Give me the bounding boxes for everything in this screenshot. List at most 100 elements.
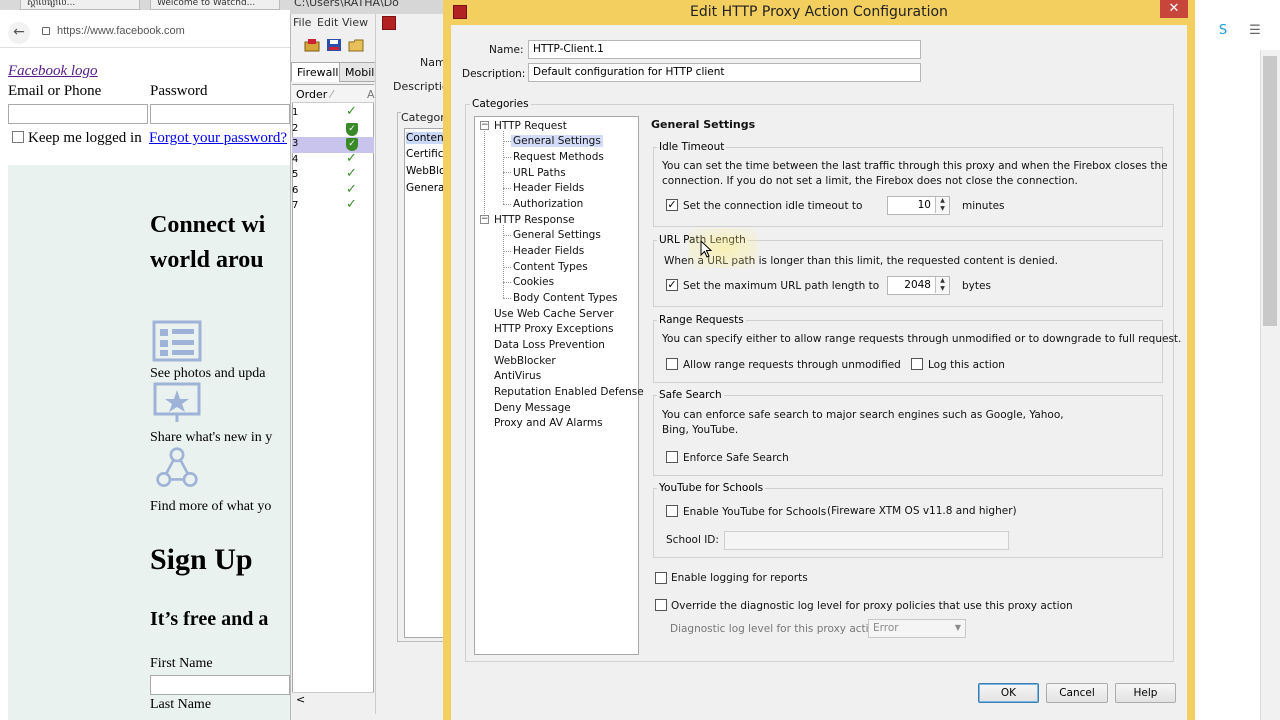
lock-icon	[42, 27, 50, 35]
allow-range-checkbox[interactable]	[666, 358, 678, 370]
tree-guide	[484, 131, 485, 220]
idle-timeout-legend: Idle Timeout	[657, 141, 727, 153]
pm-description-label: Descriptio	[393, 80, 449, 93]
tree-http-request[interactable]: HTTP Request	[494, 120, 567, 132]
tree-body-content-types[interactable]: Body Content Types	[513, 292, 618, 304]
safe-search-desc-2: Bing, YouTube.	[662, 424, 739, 436]
safe-search-legend: Safe Search	[657, 389, 724, 401]
checkmark-icon: ✓	[346, 166, 357, 181]
skype-icon[interactable]: S	[1214, 22, 1232, 40]
spin-down-icon[interactable]: ▼	[935, 285, 949, 293]
toolbar-open-icon[interactable]	[304, 38, 320, 52]
pm-categories-legend: Categori	[401, 111, 448, 124]
checkmark-icon: ✓	[346, 150, 357, 166]
spin-down-icon[interactable]: ▼	[935, 205, 949, 213]
policy-row[interactable]: 7 ✓	[292, 197, 374, 215]
enforce-safe-search-checkbox[interactable]	[666, 451, 678, 463]
tree-request-header-fields[interactable]: Header Fields	[513, 182, 584, 194]
last-name-label: Last Name	[150, 697, 212, 712]
toolbar-folder-icon[interactable]	[348, 38, 364, 52]
tree-request-methods[interactable]: Request Methods	[513, 151, 604, 163]
policy-row[interactable]: 1 ✓	[292, 104, 374, 122]
browser-tab-2[interactable]: Welcome to Watchd...	[150, 0, 280, 10]
browser-window: ស្គាល់ផ្សាល... Welcome to Watchd... ← ht…	[0, 0, 290, 720]
shield-check-icon: ✓	[346, 138, 358, 151]
scrollbar-thumb[interactable]	[1263, 56, 1277, 326]
checkmark-icon: ✓	[346, 197, 357, 212]
tree-authorization[interactable]: Authorization	[513, 198, 583, 210]
keep-logged-checkbox[interactable]	[12, 131, 24, 143]
tree-data-loss-prevention[interactable]: Data Loss Prevention	[494, 339, 605, 351]
youtube-checkbox[interactable]	[666, 505, 678, 517]
tree-content-types[interactable]: Content Types	[513, 261, 588, 273]
idle-timeout-checkbox[interactable]: ✓	[666, 199, 678, 211]
diag-level-select[interactable]: Error ▼	[868, 619, 966, 638]
tab-firewall[interactable]: Firewall	[291, 62, 345, 82]
tree-antivirus[interactable]: AntiVirus	[494, 370, 541, 382]
description-field[interactable]: Default configuration for HTTP client	[528, 63, 921, 82]
tree-response-general-settings[interactable]: General Settings	[513, 229, 601, 241]
name-label: Name:	[489, 44, 524, 56]
facebook-logo-link[interactable]: Facebook logo	[8, 63, 98, 80]
tree-request-general-settings[interactable]: General Settings	[511, 135, 603, 147]
first-name-field[interactable]	[150, 675, 290, 695]
tree-web-cache-server[interactable]: Use Web Cache Server	[494, 308, 614, 320]
categories-legend: Categories	[470, 98, 531, 110]
close-icon[interactable]: ✕	[1160, 0, 1188, 18]
enable-logging-checkbox[interactable]	[655, 572, 667, 584]
enforce-safe-search-label: Enforce Safe Search	[683, 452, 789, 464]
range-requests-desc: You can specify either to allow range re…	[662, 333, 1182, 345]
tree-webblocker[interactable]: WebBlocker	[494, 355, 556, 367]
forgot-password-link[interactable]: Forgot your password?	[149, 130, 287, 147]
menu-icon[interactable]: ☰	[1246, 22, 1264, 40]
policy-row[interactable]: 5 ✓	[292, 166, 374, 184]
tree-cookies[interactable]: Cookies	[513, 276, 554, 288]
order-column-header[interactable]: Order ⁄ A	[292, 85, 375, 103]
menu-edit[interactable]: Edit	[317, 16, 338, 29]
address-bar[interactable]: https://www.facebook.com	[57, 25, 185, 37]
log-action-checkbox[interactable]	[911, 358, 923, 370]
name-field[interactable]: HTTP-Client.1	[528, 40, 921, 59]
idle-timeout-desc-2: connection. If you do not set a limit, t…	[662, 175, 1078, 187]
menu-view[interactable]: View	[342, 16, 368, 29]
email-field[interactable]	[8, 104, 148, 124]
toolbar-save-icon[interactable]	[326, 38, 342, 52]
url-path-unit: bytes	[962, 280, 991, 292]
row-order: 3	[292, 138, 299, 149]
free-subheading: It’s free and a	[150, 608, 269, 630]
tree-url-paths[interactable]: URL Paths	[513, 167, 566, 179]
ok-button[interactable]: OK	[978, 683, 1039, 703]
policy-row[interactable]: 2 ✓	[292, 122, 374, 138]
pm-name-label: Nam	[420, 56, 446, 69]
collapse-icon[interactable]: −	[480, 215, 489, 224]
tree-http-response[interactable]: HTTP Response	[494, 214, 575, 226]
spin-up-icon[interactable]: ▲	[935, 197, 949, 205]
collapse-icon[interactable]: −	[480, 121, 489, 130]
help-button[interactable]: Help	[1115, 683, 1176, 703]
diag-level-value: Error	[873, 622, 899, 634]
policy-row-selected[interactable]: 3 ✓	[292, 137, 374, 153]
scroll-left-arrow[interactable]: <	[292, 692, 374, 708]
row-order: 6	[292, 184, 299, 196]
password-label: Password	[150, 83, 208, 99]
school-id-field[interactable]	[724, 531, 1009, 550]
tree-response-header-fields[interactable]: Header Fields	[513, 245, 584, 257]
menu-file[interactable]: File	[293, 16, 311, 29]
tree-deny-message[interactable]: Deny Message	[494, 402, 571, 414]
override-log-checkbox[interactable]	[655, 599, 667, 611]
tree-reputation-enabled-defense[interactable]: Reputation Enabled Defense	[494, 386, 644, 398]
spin-up-icon[interactable]: ▲	[935, 277, 949, 285]
tree-proxy-av-alarms[interactable]: Proxy and AV Alarms	[494, 417, 603, 429]
policy-row[interactable]: 6 ✓	[292, 182, 374, 200]
connect-heading-1: Connect wi	[150, 212, 266, 238]
tree-proxy-exceptions[interactable]: HTTP Proxy Exceptions	[494, 323, 613, 335]
network-icon	[156, 447, 198, 487]
password-field[interactable]	[150, 104, 290, 124]
browser-tab-1[interactable]: ស្គាល់ផ្សាល...	[20, 0, 140, 10]
cancel-button[interactable]: Cancel	[1046, 683, 1108, 703]
feature-share-text: Share what's new in y	[150, 430, 273, 445]
back-icon[interactable]: ←	[8, 22, 30, 44]
enable-logging-label: Enable logging for reports	[671, 572, 808, 584]
policy-row[interactable]: 4 ✓	[292, 150, 374, 169]
url-path-checkbox[interactable]: ✓	[666, 279, 678, 291]
